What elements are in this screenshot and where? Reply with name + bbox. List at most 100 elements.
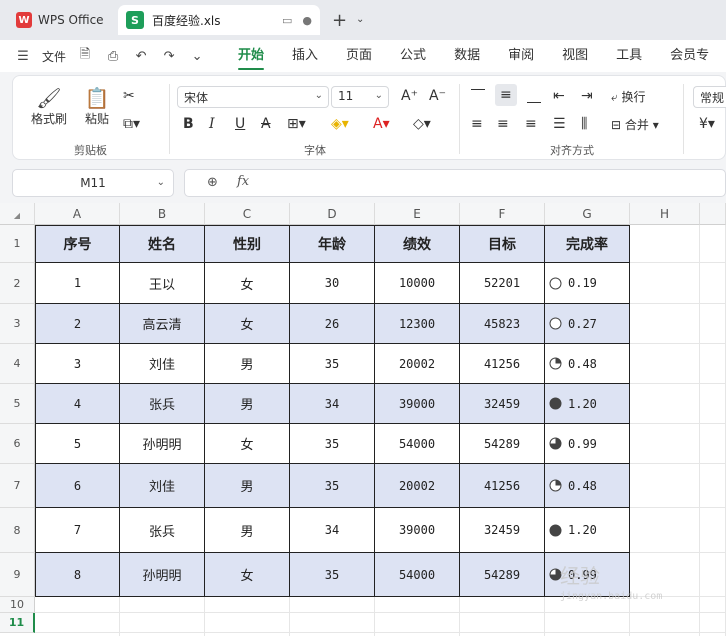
hamburger-icon[interactable]: ☰ bbox=[14, 49, 32, 64]
tab-view[interactable]: 视图 bbox=[548, 40, 602, 72]
cell-rate[interactable]: 0.48 bbox=[545, 344, 630, 384]
cell-index[interactable]: 5 bbox=[35, 424, 120, 464]
cell-target[interactable]: 41256 bbox=[460, 344, 545, 384]
row-header-7[interactable]: 7 bbox=[0, 464, 35, 508]
cell-age[interactable]: 34 bbox=[290, 384, 375, 424]
tab-formula[interactable]: 公式 bbox=[386, 40, 440, 72]
align-right-icon[interactable]: ≡ bbox=[525, 116, 537, 132]
font-name-select[interactable]: 宋体 ⌄ bbox=[177, 86, 329, 108]
cell-rate[interactable]: 1.20 bbox=[545, 384, 630, 424]
cell-performance[interactable]: 20002 bbox=[375, 464, 460, 508]
select-all-corner[interactable]: ◢ bbox=[0, 203, 35, 225]
increase-indent-icon[interactable]: ⇥ bbox=[581, 88, 593, 104]
header-cell-performance[interactable]: 绩效 bbox=[375, 225, 460, 263]
cell-gender[interactable]: 女 bbox=[205, 263, 290, 304]
cell-gender[interactable]: 女 bbox=[205, 553, 290, 597]
cell-rate[interactable]: 1.20 bbox=[545, 508, 630, 553]
align-middle-icon[interactable]: ≡ bbox=[495, 84, 517, 106]
wrap-text-button[interactable]: ⤶ 换行 bbox=[611, 88, 646, 105]
cell-name[interactable]: 张兵 bbox=[120, 508, 205, 553]
chevron-down-icon[interactable]: ⌄ bbox=[157, 170, 165, 196]
cut-icon[interactable]: ✂ bbox=[123, 88, 135, 104]
fill-color-icon[interactable]: ◈▾ bbox=[331, 116, 349, 132]
cell-index[interactable]: 8 bbox=[35, 553, 120, 597]
align-left-icon[interactable]: ≡ bbox=[471, 116, 483, 132]
cell-age[interactable]: 34 bbox=[290, 508, 375, 553]
zoom-icon[interactable]: ⊕ bbox=[207, 175, 218, 190]
cell-target[interactable]: 52201 bbox=[460, 263, 545, 304]
cell-target[interactable]: 54289 bbox=[460, 424, 545, 464]
cell-gender[interactable]: 男 bbox=[205, 384, 290, 424]
column-header-e[interactable]: E bbox=[375, 203, 460, 225]
cell-age[interactable]: 35 bbox=[290, 464, 375, 508]
tab-review[interactable]: 审阅 bbox=[494, 40, 548, 72]
cell-rate[interactable]: 0.27 bbox=[545, 304, 630, 344]
cell-performance[interactable]: 39000 bbox=[375, 384, 460, 424]
tab-tools[interactable]: 工具 bbox=[602, 40, 656, 72]
tab-data[interactable]: 数据 bbox=[440, 40, 494, 72]
cell-name[interactable]: 刘佳 bbox=[120, 344, 205, 384]
file-tab[interactable]: S 百度经验.xls ▭ ● bbox=[118, 5, 320, 35]
currency-icon[interactable]: ¥▾ bbox=[699, 116, 715, 132]
row-header-2[interactable]: 2 bbox=[0, 263, 35, 304]
cell-performance[interactable]: 20002 bbox=[375, 344, 460, 384]
monitor-icon[interactable]: ▭ bbox=[282, 14, 292, 27]
cell-rate[interactable]: 0.99 bbox=[545, 424, 630, 464]
name-box[interactable]: M11 ⌄ bbox=[12, 169, 174, 197]
cell-performance[interactable]: 39000 bbox=[375, 508, 460, 553]
cell-target[interactable]: 54289 bbox=[460, 553, 545, 597]
chevron-down-icon[interactable]: ⌄ bbox=[356, 14, 364, 25]
cell-performance[interactable]: 54000 bbox=[375, 424, 460, 464]
row-header-10[interactable]: 10 bbox=[0, 597, 35, 613]
justify-icon[interactable]: ☰ bbox=[553, 116, 566, 132]
print-preview-icon[interactable]: ⎙ bbox=[104, 49, 122, 64]
row-header-4[interactable]: 4 bbox=[0, 344, 35, 384]
cell-age[interactable]: 35 bbox=[290, 424, 375, 464]
cell-gender[interactable]: 女 bbox=[205, 304, 290, 344]
column-header-a[interactable]: A bbox=[35, 203, 120, 225]
row-header-8[interactable]: 8 bbox=[0, 508, 35, 553]
cell-target[interactable]: 32459 bbox=[460, 508, 545, 553]
cell-index[interactable]: 1 bbox=[35, 263, 120, 304]
copy-icon[interactable]: ⧉▾ bbox=[123, 116, 140, 132]
font-size-select[interactable]: 11 ⌄ bbox=[331, 86, 389, 108]
cell-age[interactable]: 35 bbox=[290, 553, 375, 597]
dot-icon[interactable]: ● bbox=[302, 14, 312, 27]
format-painter-button[interactable]: 🖌 格式刷 bbox=[29, 86, 69, 127]
merge-button[interactable]: ⊟ 合并 ▾ bbox=[611, 116, 659, 133]
row-header-1[interactable]: 1 bbox=[0, 225, 35, 263]
bold-icon[interactable]: B bbox=[183, 116, 194, 132]
tab-insert[interactable]: 插入 bbox=[278, 40, 332, 72]
header-cell-gender[interactable]: 性别 bbox=[205, 225, 290, 263]
column-header-c[interactable]: C bbox=[205, 203, 290, 225]
more-chevron-icon[interactable]: ⌄ bbox=[188, 49, 206, 64]
cell-performance[interactable]: 54000 bbox=[375, 553, 460, 597]
increase-font-icon[interactable]: A⁺ bbox=[401, 88, 418, 104]
cell-gender[interactable]: 男 bbox=[205, 464, 290, 508]
cell-target[interactable]: 41256 bbox=[460, 464, 545, 508]
cell-name[interactable]: 高云清 bbox=[120, 304, 205, 344]
column-header-g[interactable]: G bbox=[545, 203, 630, 225]
save-icon[interactable]: 🗎 bbox=[76, 45, 94, 67]
tab-home[interactable]: 开始 bbox=[224, 40, 278, 72]
row-header-11[interactable]: 11 bbox=[0, 613, 35, 633]
cell-index[interactable]: 6 bbox=[35, 464, 120, 508]
header-cell-target[interactable]: 目标 bbox=[460, 225, 545, 263]
row-header-3[interactable]: 3 bbox=[0, 304, 35, 344]
clear-format-icon[interactable]: ◇▾ bbox=[413, 116, 431, 132]
align-center-icon[interactable]: ≡ bbox=[497, 116, 509, 132]
decrease-indent-icon[interactable]: ⇤ bbox=[553, 88, 565, 104]
wps-home-tab[interactable]: W WPS Office bbox=[8, 7, 112, 33]
file-menu[interactable]: 文件 bbox=[42, 48, 66, 65]
redo-icon[interactable]: ↷ bbox=[160, 49, 178, 64]
cell-age[interactable]: 35 bbox=[290, 344, 375, 384]
row-header-5[interactable]: 5 bbox=[0, 384, 35, 424]
row-header-9[interactable]: 9 bbox=[0, 553, 35, 597]
underline-icon[interactable]: U bbox=[235, 116, 245, 132]
cell-gender[interactable]: 男 bbox=[205, 508, 290, 553]
cell-name[interactable]: 孙明明 bbox=[120, 424, 205, 464]
cell-rate[interactable]: 0.19 bbox=[545, 263, 630, 304]
new-tab-button[interactable]: + bbox=[332, 10, 347, 31]
cell-name[interactable]: 孙明明 bbox=[120, 553, 205, 597]
cell-performance[interactable]: 12300 bbox=[375, 304, 460, 344]
